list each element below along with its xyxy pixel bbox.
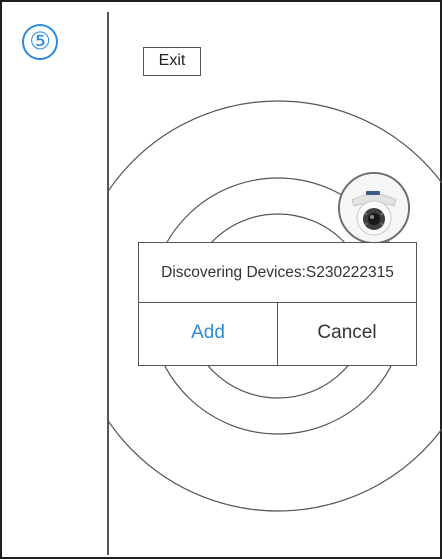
dome-camera-icon xyxy=(338,172,410,244)
dialog-actions: Add Cancel xyxy=(139,303,416,365)
exit-button[interactable]: Exit xyxy=(143,47,201,76)
step-number-badge: ⑤ xyxy=(22,24,58,60)
add-button[interactable]: Add xyxy=(139,303,278,365)
discovery-dialog: Discovering Devices:S230222315 Add Cance… xyxy=(138,242,417,366)
discovery-message: Discovering Devices:S230222315 xyxy=(139,243,416,303)
cancel-button[interactable]: Cancel xyxy=(278,303,416,365)
